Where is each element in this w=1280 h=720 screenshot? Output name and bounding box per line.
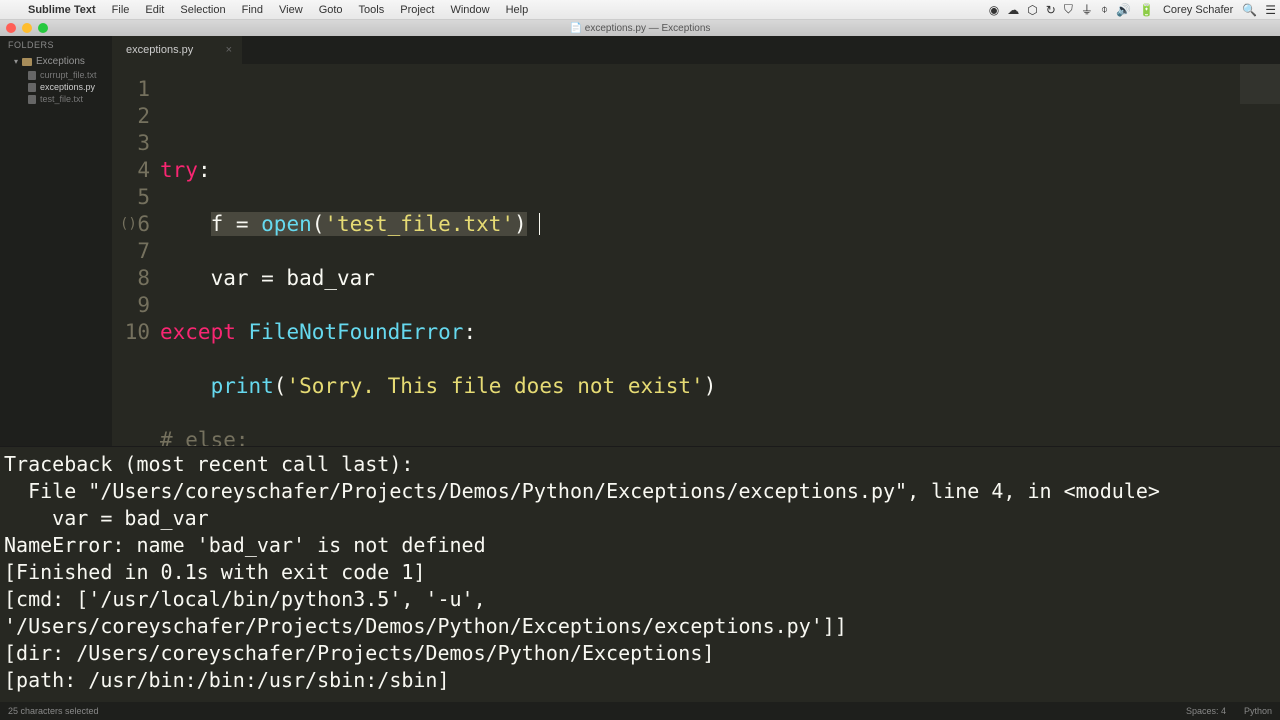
- menu-goto[interactable]: Goto: [311, 4, 351, 16]
- sidebar-file-2[interactable]: test_file.txt: [0, 93, 112, 105]
- sidebar-header: FOLDERS: [0, 36, 112, 54]
- folder-label: Exceptions: [36, 56, 85, 67]
- output-line: [path: /usr/bin:/bin:/usr/sbin:/sbin]: [4, 667, 1276, 694]
- output-line: File "/Users/coreyschafer/Projects/Demos…: [4, 478, 1276, 505]
- code-line-5: except FileNotFoundError:: [160, 319, 1280, 346]
- maximize-window-button[interactable]: [38, 23, 48, 33]
- sidebar-file-0[interactable]: currupt_file.txt: [0, 69, 112, 81]
- file-icon: [28, 83, 36, 92]
- minimap[interactable]: [1240, 64, 1280, 104]
- status-bt-icon[interactable]: ⌽: [1097, 2, 1112, 17]
- statusbar: 25 characters selected Spaces: 4 Python: [0, 702, 1280, 720]
- menu-view[interactable]: View: [271, 4, 311, 16]
- output-line: NameError: name 'bad_var' is not defined: [4, 532, 1276, 559]
- chevron-down-icon: ▾: [14, 57, 18, 66]
- status-cloud-icon[interactable]: ☁: [1003, 3, 1023, 17]
- file-label: currupt_file.txt: [40, 70, 97, 80]
- build-output-panel[interactable]: Traceback (most recent call last): File …: [0, 446, 1280, 702]
- menu-tools[interactable]: Tools: [351, 4, 393, 16]
- status-dropbox-icon[interactable]: ⬡: [1023, 3, 1041, 17]
- output-line: [Finished in 0.1s with exit code 1]: [4, 559, 1276, 586]
- output-line: var = bad_var: [4, 505, 1276, 532]
- status-spaces[interactable]: Spaces: 4: [1186, 706, 1226, 716]
- status-wifi-icon[interactable]: ⏚: [1077, 1, 1097, 18]
- menu-file[interactable]: File: [104, 4, 138, 16]
- status-search-icon[interactable]: 🔍: [1238, 3, 1261, 17]
- status-sync-icon[interactable]: ↻: [1042, 3, 1060, 17]
- traffic-lights: [6, 23, 48, 33]
- mac-menubar: Sublime Text File Edit Selection Find Vi…: [0, 0, 1280, 20]
- output-line: [dir: /Users/coreyschafer/Projects/Demos…: [4, 640, 1276, 667]
- close-window-button[interactable]: [6, 23, 16, 33]
- menu-edit[interactable]: Edit: [137, 4, 172, 16]
- code-line-4: var = bad_var: [160, 265, 1280, 292]
- status-username[interactable]: Corey Schafer: [1158, 4, 1238, 16]
- menu-help[interactable]: Help: [498, 4, 537, 16]
- folder-icon: [22, 58, 32, 66]
- close-icon[interactable]: ×: [226, 44, 232, 56]
- output-line: Traceback (most recent call last):: [4, 451, 1276, 478]
- status-shield-icon[interactable]: ⛉: [1060, 2, 1077, 17]
- file-label: exceptions.py: [40, 82, 95, 92]
- file-icon: [28, 95, 36, 104]
- menu-project[interactable]: Project: [392, 4, 442, 16]
- output-line: [cmd: ['/usr/local/bin/python3.5', '-u',…: [4, 586, 1276, 640]
- status-menu-icon[interactable]: ☰: [1261, 3, 1280, 17]
- tab-active[interactable]: exceptions.py ×: [112, 36, 242, 64]
- code-line-6: print('Sorry. This file does not exist'): [160, 373, 1280, 400]
- app-name[interactable]: Sublime Text: [20, 4, 104, 16]
- status-volume-icon[interactable]: 🔊: [1112, 3, 1135, 17]
- status-record-icon[interactable]: ◉: [985, 3, 1003, 17]
- window-title: 📄 exceptions.py — Exceptions: [570, 23, 711, 34]
- menu-window[interactable]: Window: [442, 4, 497, 16]
- status-language[interactable]: Python: [1244, 706, 1272, 716]
- menu-find[interactable]: Find: [234, 4, 271, 16]
- tab-label: exceptions.py: [126, 44, 193, 56]
- code-line-2: try:: [160, 157, 1280, 184]
- sidebar-folder-root[interactable]: ▾ Exceptions: [0, 54, 112, 69]
- sidebar-file-1[interactable]: exceptions.py: [0, 81, 112, 93]
- file-label: test_file.txt: [40, 94, 83, 104]
- status-battery-icon[interactable]: 🔋: [1135, 3, 1158, 17]
- code-line-1: [160, 103, 1280, 130]
- file-icon: [28, 71, 36, 80]
- tab-bar: exceptions.py ×: [112, 36, 1280, 64]
- minimize-window-button[interactable]: [22, 23, 32, 33]
- fold-icon[interactable]: (): [120, 211, 137, 238]
- code-line-3: () f = open('test_file.txt'): [160, 211, 1280, 238]
- status-selection: 25 characters selected: [8, 706, 99, 716]
- menu-selection[interactable]: Selection: [172, 4, 233, 16]
- window-titlebar: 📄 exceptions.py — Exceptions: [0, 20, 1280, 36]
